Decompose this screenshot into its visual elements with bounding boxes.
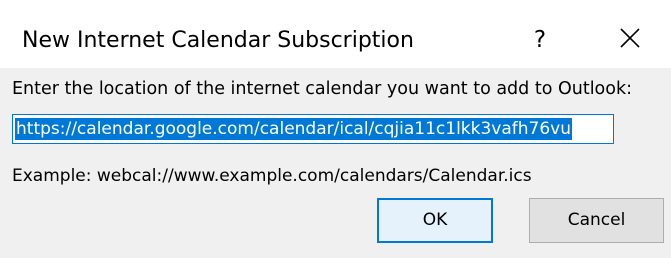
help-button[interactable]: ? xyxy=(520,20,560,60)
prompt-label: Enter the location of the internet calen… xyxy=(12,79,633,99)
calendar-url-value[interactable]: https://calendar.google.com/calendar/ica… xyxy=(15,118,573,140)
ok-button[interactable]: OK xyxy=(377,198,493,243)
close-icon xyxy=(620,28,640,48)
title-bar[interactable]: New Internet Calendar Subscription ? xyxy=(0,0,671,68)
subscription-dialog: New Internet Calendar Subscription ? Ent… xyxy=(0,0,671,258)
dialog-title: New Internet Calendar Subscription xyxy=(22,28,414,53)
example-text: Example: webcal://www.example.com/calend… xyxy=(12,166,532,186)
close-button[interactable] xyxy=(608,20,652,60)
dialog-body: Enter the location of the internet calen… xyxy=(0,68,671,258)
calendar-url-input[interactable]: https://calendar.google.com/calendar/ica… xyxy=(12,114,614,144)
cancel-button[interactable]: Cancel xyxy=(529,198,664,243)
